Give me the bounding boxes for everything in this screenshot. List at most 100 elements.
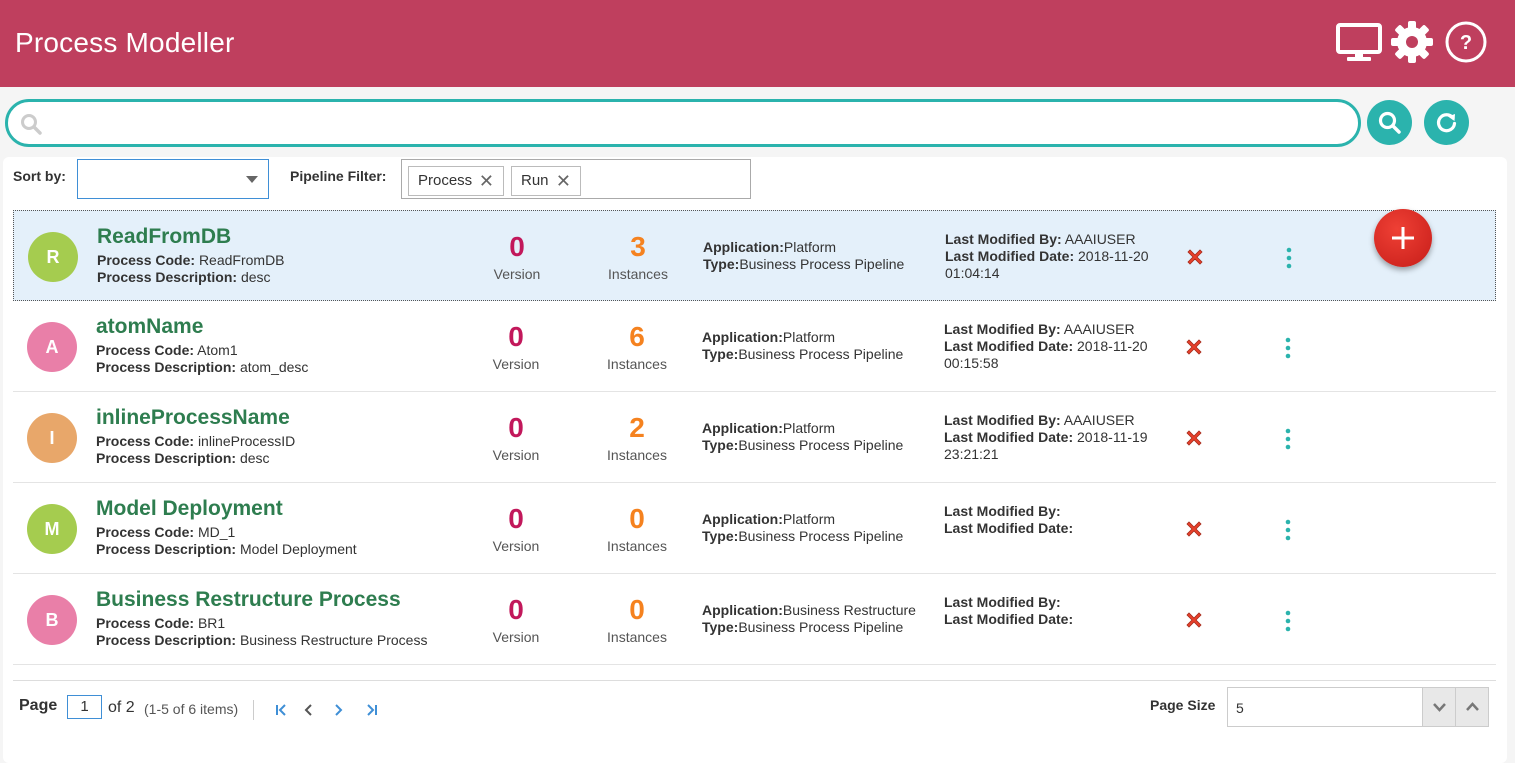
process-name-link[interactable]: ReadFromDB: [97, 225, 231, 249]
last-modified-by: Last Modified By: AAAIUSER: [944, 321, 1135, 337]
process-row[interactable]: B Business Restructure Process Process Cod…: [13, 574, 1496, 665]
application-label: Application:: [703, 239, 784, 255]
page-number-input[interactable]: 1: [67, 695, 102, 719]
delete-icon[interactable]: [1184, 337, 1204, 357]
sort-select[interactable]: [77, 159, 269, 199]
gear-icon[interactable]: [1389, 20, 1435, 64]
type-info: Type:Business Process Pipeline: [702, 437, 903, 453]
last-modified-time: 01:04:14: [945, 265, 1000, 281]
monitor-icon[interactable]: [1336, 20, 1382, 64]
avatar: B: [27, 595, 77, 645]
process-name-link[interactable]: Model Deployment: [96, 497, 283, 521]
version-count: 0: [509, 231, 525, 262]
process-description: Process Description: Model Deployment: [96, 541, 357, 557]
delete-icon[interactable]: [1184, 519, 1204, 539]
page-size-increase-button[interactable]: [1455, 688, 1488, 726]
process-row[interactable]: M Model Deployment Process Code: MD_1 Proce…: [13, 483, 1496, 574]
process-code-value: Atom1: [197, 342, 238, 358]
last-modified-date-label: Last Modified Date:: [944, 520, 1074, 536]
instances-count[interactable]: 2: [597, 412, 677, 444]
more-options-icon[interactable]: [1283, 336, 1293, 360]
process-description-value: Business Restructure Process: [239, 632, 428, 648]
last-modified-by-label: Last Modified By:: [944, 503, 1061, 519]
instances-count[interactable]: 3: [598, 231, 678, 263]
process-name-link[interactable]: atomName: [96, 315, 203, 339]
app-header: Process Modeller ?: [0, 0, 1515, 87]
chevron-up-icon: [1466, 702, 1479, 711]
process-code-label: Process Code:: [96, 615, 195, 631]
search-icon: [21, 114, 42, 135]
filter-chip-label: Run: [521, 172, 549, 189]
version-label: Version: [493, 266, 541, 282]
process-code: Process Code: MD_1: [96, 524, 235, 540]
process-row[interactable]: AatomName Process Code: Atom1 Process Desc…: [13, 301, 1496, 392]
more-options-icon[interactable]: [1283, 427, 1293, 451]
filter-chip-label: Process: [418, 172, 473, 189]
last-modified-time: 00:15:58: [944, 355, 999, 371]
application-value: Business Restructure: [782, 602, 916, 618]
last-modified-date: Last Modified Date: 2018-11-20: [944, 338, 1148, 354]
application-value: Platform: [782, 511, 836, 527]
delete-icon[interactable]: [1184, 610, 1204, 630]
process-name-link[interactable]: Business Restructure Process: [96, 588, 401, 612]
process-description-label: Process Description:: [96, 450, 237, 466]
process-description-value: atom_desc: [239, 359, 309, 375]
last-page-icon[interactable]: [363, 702, 379, 718]
type-info: Type:Business Process Pipeline: [702, 346, 903, 362]
pipeline-filter-input[interactable]: Process ✕ Run ✕: [401, 159, 751, 199]
process-code: Process Code: inlineProcessID: [96, 433, 295, 449]
refresh-button[interactable]: [1424, 100, 1469, 145]
last-modified-date-label: Last Modified Date:: [944, 611, 1074, 627]
process-description-value: desc: [239, 450, 270, 466]
help-icon[interactable]: ?: [1443, 20, 1489, 64]
page-items-info: (1-5 of 6 items): [144, 701, 239, 717]
more-options-icon[interactable]: [1283, 518, 1293, 542]
remove-chip-icon[interactable]: ✕: [479, 167, 494, 195]
instances-label: Instances: [607, 629, 667, 645]
process-code-value: inlineProcessID: [197, 433, 296, 449]
process-description: Process Description: desc: [96, 450, 270, 466]
type-info: Type:Business Process Pipeline: [702, 528, 903, 544]
type-label: Type:: [702, 619, 739, 635]
application-value: Platform: [782, 329, 836, 345]
instances-label: Instances: [607, 447, 667, 463]
page-size-input[interactable]: 5: [1227, 687, 1489, 727]
process-description-value: desc: [240, 269, 271, 285]
last-modified-by-value: AAAIUSER: [1064, 231, 1136, 247]
process-code-label: Process Code:: [97, 252, 196, 268]
page-label: Page: [19, 697, 58, 714]
type-info: Type:Business Process Pipeline: [702, 619, 903, 635]
instances-count[interactable]: 6: [597, 321, 677, 353]
instances-label: Instances: [608, 266, 668, 282]
instances-count[interactable]: 0: [597, 503, 677, 535]
search-input[interactable]: [54, 108, 1344, 138]
prev-page-icon[interactable]: [301, 702, 317, 718]
search-button[interactable]: [1367, 100, 1412, 145]
process-code-label: Process Code:: [96, 524, 195, 540]
type-label: Type:: [702, 437, 739, 453]
process-name-link[interactable]: inlineProcessName: [96, 406, 290, 430]
last-modified-by-label: Last Modified By:: [945, 231, 1062, 247]
last-modified-date-label: Last Modified Date:: [944, 429, 1074, 445]
remove-chip-icon[interactable]: ✕: [556, 167, 571, 195]
instances-count[interactable]: 0: [597, 594, 677, 626]
application-value: Platform: [782, 420, 836, 436]
process-code-label: Process Code:: [96, 433, 195, 449]
delete-icon[interactable]: [1185, 247, 1205, 267]
add-process-button[interactable]: [1374, 209, 1432, 267]
process-code-label: Process Code:: [96, 342, 195, 358]
first-page-icon[interactable]: [274, 702, 290, 718]
more-options-icon[interactable]: [1284, 246, 1294, 270]
page-size-decrease-button[interactable]: [1422, 688, 1455, 726]
application-label: Application:: [702, 329, 783, 345]
more-options-icon[interactable]: [1283, 609, 1293, 633]
delete-icon[interactable]: [1184, 428, 1204, 448]
process-row[interactable]: IinlineProcessName Process Code: inlinePr…: [13, 392, 1496, 483]
application-label: Application:: [702, 511, 783, 527]
last-modified-date-value: 2018-11-20: [1078, 248, 1149, 264]
process-description-label: Process Description:: [96, 632, 237, 648]
process-row[interactable]: R ReadFromDB Process Code: ReadFromDB Proce…: [13, 210, 1496, 301]
refresh-icon: [1436, 113, 1457, 133]
next-page-icon[interactable]: [330, 702, 346, 718]
last-modified-date: Last Modified Date:: [944, 520, 1073, 536]
